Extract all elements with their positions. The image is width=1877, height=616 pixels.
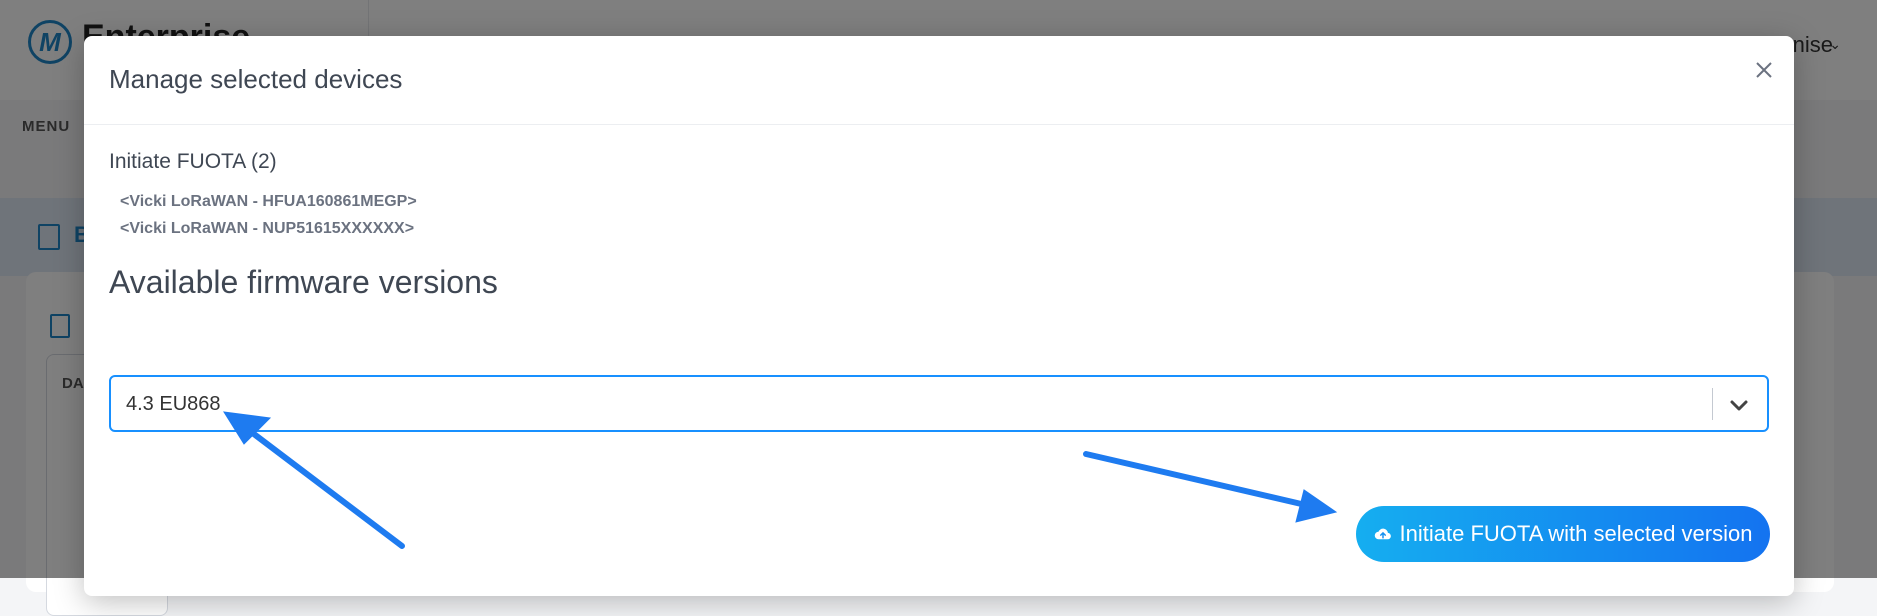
chevron-down-icon[interactable] (1727, 393, 1751, 417)
initiate-fuota-button-label: Initiate FUOTA with selected version (1399, 521, 1753, 546)
manage-devices-modal: Manage selected devices Initiate FUOTA (… (84, 36, 1794, 596)
firmware-select-value: 4.3 EU868 (126, 393, 221, 415)
modal-divider (84, 124, 1794, 125)
firmware-heading: Available firmware versions (109, 264, 498, 300)
section-title: Initiate FUOTA (2) (109, 150, 277, 173)
list-item: <Vicki LoRaWAN - NUP51615XXXXXX> (120, 220, 415, 237)
list-item: <Vicki LoRaWAN - HFUA160861MEGP> (120, 193, 417, 210)
close-icon[interactable] (1748, 54, 1780, 86)
initiate-fuota-button[interactable]: Initiate FUOTA with selected version (1356, 506, 1770, 562)
firmware-select[interactable]: 4.3 EU868 (109, 375, 1769, 432)
cloud-upload-icon (1374, 528, 1391, 540)
select-separator (1712, 388, 1713, 420)
modal-title: Manage selected devices (109, 64, 403, 94)
device-list: <Vicki LoRaWAN - HFUA160861MEGP> <Vicki … (120, 188, 417, 242)
